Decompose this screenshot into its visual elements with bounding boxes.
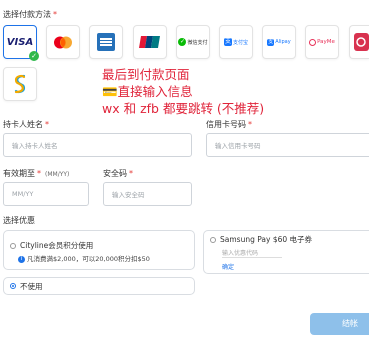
cityline-label: Cityline会员积分使用 — [20, 241, 94, 250]
payment-visa[interactable]: VISA ✓ — [3, 25, 39, 61]
required-mark: * — [53, 10, 57, 19]
offers-title: 选择优惠 — [3, 216, 35, 225]
payme-logo: PayMe — [309, 38, 335, 46]
payment-wechat-pay[interactable]: ✓ 微信支付 — [176, 25, 210, 59]
payment-fps[interactable] — [3, 67, 37, 101]
none-label: 不使用 — [20, 282, 43, 291]
expiry-input[interactable]: MM/YY — [3, 182, 89, 206]
checkout-button[interactable]: 结帐 — [310, 313, 369, 335]
cvv-label: 安全码 * — [103, 168, 133, 179]
samsung-label: Samsung Pay $60 电子券 — [220, 235, 313, 244]
payment-method-title-text: 选择付款方法 — [3, 10, 51, 19]
cityline-desc: 凡消费满$2,000，可以20,000积分扣$50 — [27, 255, 150, 263]
offer-none[interactable]: 不使用 — [3, 277, 195, 295]
required-mark: * — [37, 169, 41, 178]
offer-samsung-pay[interactable]: Samsung Pay $60 电子券 输入优惠代码 确定 — [203, 230, 369, 274]
wechat-pay-label: 微信支付 — [187, 39, 208, 46]
alipay-logo: 支 Alipay — [267, 38, 291, 46]
cardholder-label: 持卡人姓名 * — [3, 119, 49, 130]
payment-mastercard[interactable] — [46, 25, 80, 59]
samsung-radio[interactable] — [210, 237, 216, 243]
visa-logo: VISA — [6, 36, 34, 48]
expiry-label-text: 有效期至 — [3, 169, 35, 178]
required-mark: * — [45, 120, 49, 129]
info-icon: i — [18, 255, 25, 263]
cityline-radio[interactable] — [10, 243, 16, 249]
alipay-label: Alipay — [275, 39, 291, 45]
payment-octopus[interactable] — [349, 25, 369, 59]
alipay-hk-logo: 支 支付宝 — [223, 38, 248, 46]
payment-payme[interactable]: PayMe — [305, 25, 339, 59]
alipay-hk-icon: 支 — [223, 38, 232, 46]
fps-icon — [14, 74, 26, 94]
payment-alipay-hk[interactable]: 支 支付宝 — [219, 25, 253, 59]
payment-unionpay[interactable] — [133, 25, 167, 59]
required-mark: * — [248, 120, 252, 129]
cardholder-input[interactable]: 输入持卡人姓名 — [3, 133, 192, 157]
none-radio[interactable] — [10, 283, 16, 289]
coupon-code-input[interactable]: 输入优惠代码 — [222, 248, 282, 258]
cvv-label-text: 安全码 — [103, 169, 127, 178]
alipay-hk-label: 支付宝 — [232, 39, 248, 46]
octopus-icon — [353, 33, 369, 51]
selected-check-icon: ✓ — [29, 51, 39, 61]
cardholder-label-text: 持卡人姓名 — [3, 120, 43, 129]
payment-amex[interactable] — [89, 25, 123, 59]
checkout-page: 选择付款方法 * VISA ✓ ✓ 微信支付 支 支付宝 支 Alipay Pa… — [0, 0, 369, 347]
payme-icon — [309, 38, 317, 46]
card-number-label-text: 信用卡号码 — [206, 120, 246, 129]
offer-cityline[interactable]: Cityline会员积分使用 i 凡消费满$2,000，可以20,000积分扣$5… — [3, 230, 195, 270]
card-number-input[interactable]: 输入信用卡号码 — [206, 133, 369, 157]
unionpay-icon — [139, 36, 160, 48]
wechat-icon: ✓ — [178, 38, 187, 46]
coupon-confirm-link[interactable]: 确定 — [222, 262, 234, 271]
expiry-format-hint: (MM/YY) — [45, 171, 70, 178]
card-number-label: 信用卡号码 * — [206, 119, 252, 130]
cityline-desc-row: i 凡消费满$2,000，可以20,000积分扣$50 — [18, 253, 150, 263]
required-mark: * — [129, 169, 133, 178]
payment-alipay[interactable]: 支 Alipay — [262, 25, 296, 59]
payme-label: PayMe — [317, 39, 335, 45]
mastercard-icon — [54, 36, 72, 48]
cvv-input[interactable]: 输入安全码 — [103, 182, 192, 206]
payment-method-title: 选择付款方法 * — [3, 9, 57, 20]
amex-icon — [97, 33, 115, 51]
wechat-pay-logo: ✓ 微信支付 — [178, 38, 208, 46]
expiry-label: 有效期至 * (MM/YY) — [3, 168, 69, 179]
alipay-icon: 支 — [267, 38, 275, 46]
annotation-line-3: wx 和 zfb 都要跳转 (不推荐) — [102, 101, 265, 116]
